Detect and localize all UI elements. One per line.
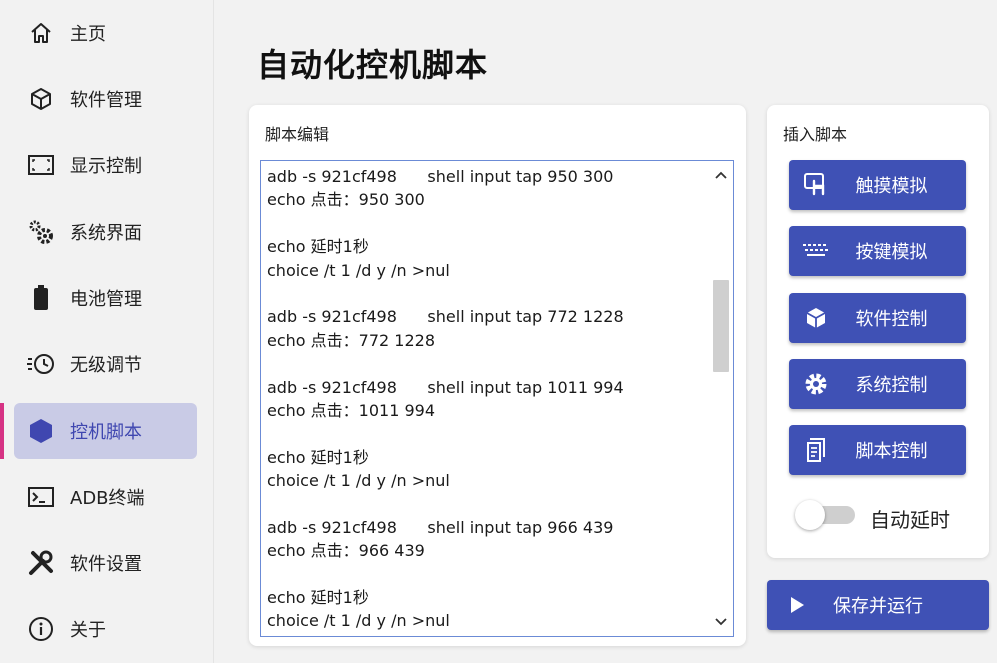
scroll-thumb[interactable]	[713, 280, 729, 372]
button-label: 系统控制	[855, 375, 928, 396]
script-line: echo 延时1秒	[267, 447, 369, 467]
sidebar-item-label: 关于	[70, 620, 106, 641]
toggle-knob	[795, 500, 825, 530]
script-line: adb -s 921cf498 shell input tap 950 300	[267, 167, 614, 186]
script-icon	[801, 435, 831, 465]
script-line: echo 延时1秒	[267, 237, 369, 257]
sidebar-item-label: 软件设置	[70, 554, 142, 575]
button-label: 触摸模拟	[855, 176, 928, 197]
sidebar-item-about[interactable]: 关于	[14, 601, 197, 657]
keyboard-icon	[801, 236, 831, 266]
script-line: echo 点击：950 300	[267, 190, 425, 210]
sidebar-item-adb-terminal[interactable]: ADB终端	[14, 469, 197, 525]
sidebar-item-label: 显示控制	[70, 156, 142, 177]
script-line: choice /t 1 /d y /n >nul	[267, 471, 450, 491]
script-line	[267, 492, 707, 515]
sidebar-item-label: ADB终端	[70, 488, 145, 509]
sidebar-item-label: 软件管理	[70, 90, 142, 111]
script-line: echo 点击：772 1228	[267, 330, 436, 350]
script-line: choice /t 1 /d y /n >nul	[267, 260, 450, 280]
sidebar-item-system-ui[interactable]: 系统界面	[14, 204, 197, 260]
sidebar-item-home[interactable]: 主页	[14, 5, 197, 61]
tools-icon	[26, 548, 56, 578]
battery-icon	[26, 283, 56, 313]
scroll-up-icon[interactable]	[709, 163, 733, 187]
script-control-button[interactable]: 脚本控制	[789, 425, 966, 475]
script-line	[267, 212, 707, 235]
sidebar-item-software[interactable]: 软件管理	[14, 71, 197, 127]
sidebar-item-display[interactable]: 显示控制	[14, 137, 197, 193]
script-line: adb -s 921cf498 shell input tap 1011 994	[267, 377, 624, 397]
script-line: echo 点击：966 439	[267, 541, 425, 561]
script-line: adb -s 921cf498 shell input tap 772 1228	[267, 307, 624, 327]
script-line: choice /t 1 /d y /n >nul	[267, 611, 450, 631]
script-line	[267, 282, 707, 305]
auto-delay-label: 自动延时	[870, 508, 950, 532]
button-label: 保存并运行	[833, 596, 923, 617]
script-editor-card: 脚本编辑 adb -s 921cf498 shell input tap 950…	[249, 105, 746, 646]
clock-dial-icon	[26, 349, 56, 379]
script-line	[267, 563, 707, 586]
touch-simulate-button[interactable]: 触摸模拟	[789, 160, 966, 210]
sidebar-item-stepless[interactable]: 无级调节	[14, 336, 197, 392]
active-indicator	[0, 403, 4, 459]
script-line: echo 点击：1011 994	[267, 400, 436, 420]
key-simulate-button[interactable]: 按键模拟	[789, 226, 966, 276]
hexagon-icon	[26, 416, 56, 446]
script-textarea[interactable]: adb -s 921cf498 shell input tap 950 300 e…	[260, 160, 734, 637]
insert-label: 插入脚本	[783, 125, 848, 144]
terminal-icon	[26, 482, 56, 512]
home-icon	[26, 18, 56, 48]
script-line: adb -s 921cf498 shell input tap 966 439	[267, 517, 614, 537]
touch-icon	[801, 170, 831, 200]
sidebar-item-label: 系统界面	[70, 223, 142, 244]
sidebar-item-label: 主页	[70, 24, 106, 45]
script-line	[267, 352, 707, 375]
sidebar: 主页 软件管理 显示控制 系统界面 电池管理 无级调节 控机脚本 ADB终端 软…	[0, 0, 214, 663]
cube-icon	[801, 303, 831, 333]
gear-icon	[801, 369, 831, 399]
editor-scrollbar[interactable]	[709, 161, 733, 636]
button-label: 脚本控制	[855, 441, 928, 462]
button-label: 软件控制	[855, 309, 928, 330]
gears-icon	[26, 217, 56, 247]
page-title: 自动化控机脚本	[257, 46, 489, 84]
insert-script-card: 插入脚本 触摸模拟 按键模拟 软件控制 系统控制 脚本控制 自动延时	[767, 105, 989, 558]
play-icon	[789, 595, 807, 615]
sidebar-item-script[interactable]: 控机脚本	[14, 403, 197, 459]
sidebar-item-label: 无级调节	[70, 355, 142, 376]
system-control-button[interactable]: 系统控制	[789, 359, 966, 409]
info-icon	[26, 614, 56, 644]
software-control-button[interactable]: 软件控制	[789, 293, 966, 343]
button-label: 按键模拟	[855, 242, 928, 263]
auto-delay-toggle[interactable]	[795, 500, 855, 530]
script-line: echo 延时1秒	[267, 588, 369, 608]
script-line	[267, 422, 707, 445]
sidebar-item-label: 控机脚本	[70, 422, 142, 443]
screen-corners-icon	[26, 150, 56, 180]
sidebar-item-settings[interactable]: 软件设置	[14, 535, 197, 591]
save-and-run-button[interactable]: 保存并运行	[767, 580, 989, 630]
sidebar-item-label: 电池管理	[70, 289, 142, 310]
cube-icon	[26, 84, 56, 114]
sidebar-item-battery[interactable]: 电池管理	[14, 270, 197, 326]
scroll-down-icon[interactable]	[709, 610, 733, 634]
editor-label: 脚本编辑	[265, 125, 330, 144]
script-content: adb -s 921cf498 shell input tap 950 300 e…	[267, 165, 707, 633]
